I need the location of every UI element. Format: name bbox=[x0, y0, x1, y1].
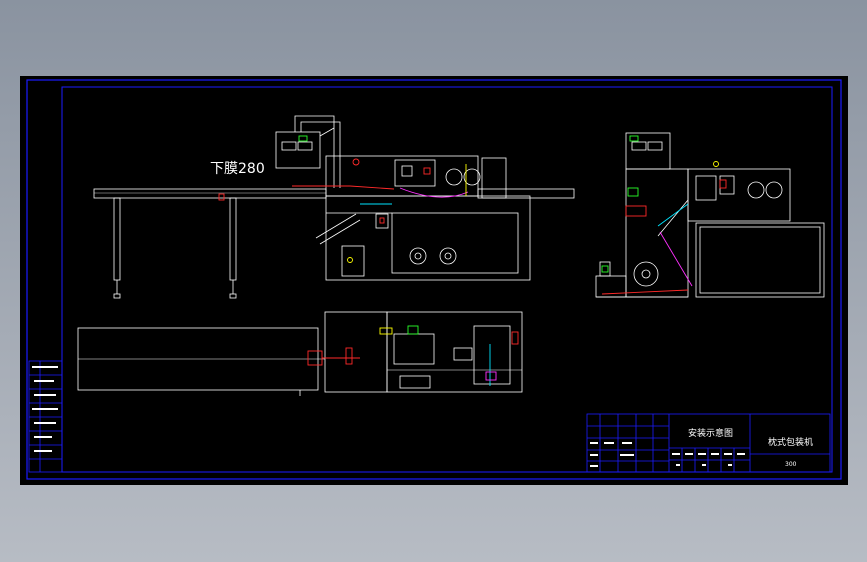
cad-drawing-canvas: 下膜280 安装示意图 枕式包装机 300 bbox=[26, 79, 842, 480]
side-view-color bbox=[601, 135, 727, 295]
revision-strip-marks bbox=[32, 366, 58, 452]
title-block-marks bbox=[590, 442, 745, 467]
cad-viewport[interactable]: 下膜280 安装示意图 枕式包装机 300 bbox=[20, 76, 848, 485]
front-elevation bbox=[93, 115, 575, 299]
revision-strip bbox=[28, 360, 63, 473]
drawing-title: 安装示意图 bbox=[688, 427, 733, 439]
front-elevation-color bbox=[218, 135, 469, 263]
plan-view bbox=[77, 311, 523, 396]
side-view bbox=[595, 132, 825, 298]
plan-view-color bbox=[307, 325, 519, 386]
model-code: 300 bbox=[785, 461, 797, 468]
outer-frame bbox=[26, 79, 842, 480]
film-feed-label: 下膜280 bbox=[210, 161, 265, 177]
machine-name: 枕式包装机 bbox=[768, 436, 813, 448]
